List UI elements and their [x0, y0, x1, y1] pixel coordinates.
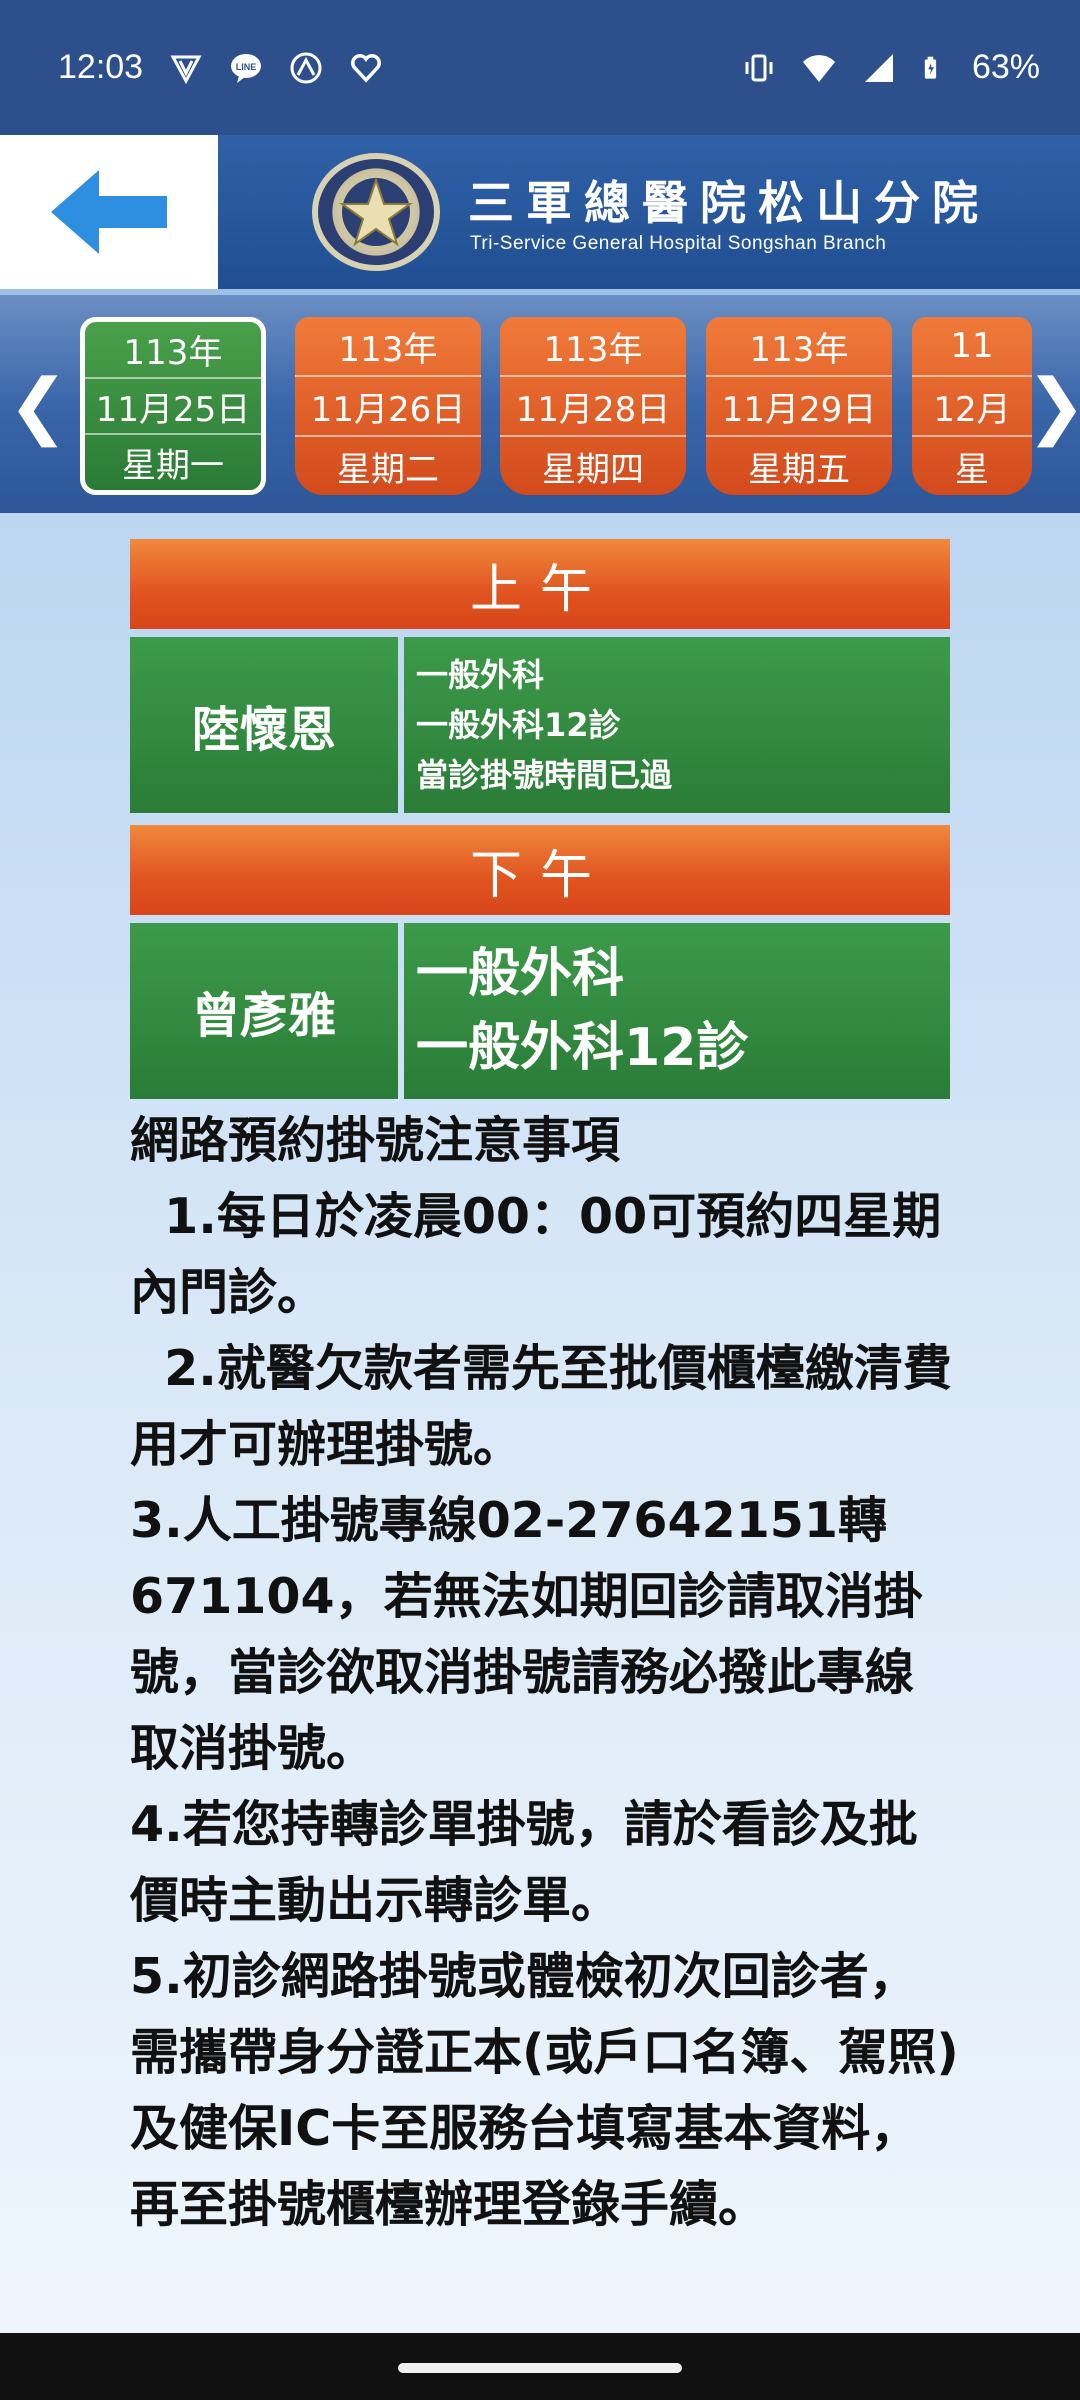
next-date-arrow-icon[interactable]: ❯	[1026, 365, 1080, 445]
date-card[interactable]: 113年 11月26日 星期二	[295, 317, 481, 495]
hospital-logo	[312, 153, 440, 271]
afternoon-doctor-row[interactable]: 曾彥雅 一般外科 一般外科12診	[130, 923, 950, 1099]
battery-icon	[924, 56, 937, 79]
line-icon: LINE	[231, 53, 262, 83]
date-card[interactable]: 113年 11月29日 星期五	[706, 317, 892, 495]
heart-icon	[351, 53, 382, 83]
dept-label: 一般外科	[416, 656, 545, 694]
v-shield-icon	[170, 55, 202, 84]
back-button[interactable]	[0, 135, 218, 289]
registration-notes: 網路預約掛號注意事項 1.每日於凌晨00：00可預約四星期內門診。 2.就醫欠款…	[130, 1103, 960, 2243]
notes-title: 網路預約掛號注意事項	[130, 1112, 621, 1169]
date-day: 12月	[912, 377, 1032, 437]
date-weekday: 星期一	[122, 446, 224, 487]
date-day: 11月25日	[85, 379, 261, 436]
status-left: 12:03 LINE	[58, 48, 383, 87]
battery-percent: 63%	[971, 48, 1040, 86]
date-day: 11月29日	[706, 377, 892, 437]
date-weekday: 星期二	[337, 449, 439, 490]
room-label: 一般外科12診	[416, 706, 621, 744]
doctor-name: 曾彥雅	[130, 923, 398, 1099]
date-weekday: 星期四	[542, 449, 644, 490]
vibrate-icon	[745, 54, 773, 81]
note-item: 1.每日於凌晨00：00可預約四星期內門診。	[130, 1188, 942, 1321]
status-right: 63%	[742, 48, 1040, 87]
svg-text:LINE: LINE	[236, 62, 257, 72]
date-weekday: 星期五	[748, 449, 850, 490]
prev-date-arrow-icon[interactable]: ❮	[8, 365, 68, 445]
doctor-name: 陸懷恩	[130, 637, 398, 813]
date-year: 11	[912, 317, 1032, 377]
dept-label: 一般外科	[416, 944, 625, 1004]
hospital-name-en: Tri-Service General Hospital Songshan Br…	[470, 233, 887, 254]
session-morning: 上午	[130, 539, 950, 629]
date-card-partial[interactable]: 11 12月 星	[912, 317, 1032, 495]
date-year: 113年	[500, 317, 686, 377]
registration-status: 當診掛號時間已過	[416, 756, 673, 794]
date-card[interactable]: 113年 11月28日 星期四	[500, 317, 686, 495]
morning-doctor-row[interactable]: 陸懷恩 一般外科 一般外科12診 當診掛號時間已過	[130, 637, 950, 813]
date-year: 113年	[295, 317, 481, 377]
note-item: 3.人工掛號專線02-27642151轉671104，若無法如期回診請取消掛號，…	[130, 1492, 923, 1777]
back-arrow-icon	[51, 170, 167, 254]
note-item: 4.若您持轉診單掛號，請於看診及批價時主動出示轉診單。	[130, 1796, 918, 1929]
schedule-content: 上午 陸懷恩 一般外科 一般外科12診 當診掛號時間已過 下午 曾彥雅 一般外科…	[0, 513, 1080, 2333]
date-year: 113年	[85, 322, 261, 379]
note-item: 5.初診網路掛號或體檢初次回診者，需攜帶身分證正本(或戶口名簿、駕照)及健保IC…	[130, 1948, 959, 2233]
note-item: 2.就醫欠款者需先至批價櫃檯繳清費用才可辦理掛號。	[130, 1340, 952, 1473]
session-afternoon: 下午	[130, 825, 950, 915]
app-header: 三軍總醫院松山分院 Tri-Service General Hospital S…	[0, 135, 1080, 295]
star-emblem-icon	[338, 176, 414, 247]
room-label: 一般外科12診	[416, 1018, 749, 1078]
date-selector: ❮ 113年 11月25日 星期一 113年 11月26日 星期二 113年 1…	[0, 295, 1080, 513]
date-day: 11月28日	[500, 377, 686, 437]
date-day: 11月26日	[295, 377, 481, 437]
date-card-selected[interactable]: 113年 11月25日 星期一	[80, 317, 266, 495]
doctor-info: 一般外科 一般外科12診	[404, 923, 950, 1099]
home-gesture-handle[interactable]	[398, 2363, 682, 2373]
status-bar: 12:03 LINE 63%	[0, 0, 1080, 135]
navigation-bar	[0, 2333, 1080, 2400]
date-weekday: 星	[955, 449, 989, 490]
date-year: 113年	[706, 317, 892, 377]
app-icon	[290, 52, 322, 83]
wifi-icon	[802, 54, 835, 82]
status-time: 12:03	[58, 48, 144, 86]
hospital-name: 三軍總醫院松山分院	[468, 176, 990, 230]
doctor-info: 一般外科 一般外科12診 當診掛號時間已過	[404, 637, 950, 813]
signal-icon	[864, 53, 893, 82]
